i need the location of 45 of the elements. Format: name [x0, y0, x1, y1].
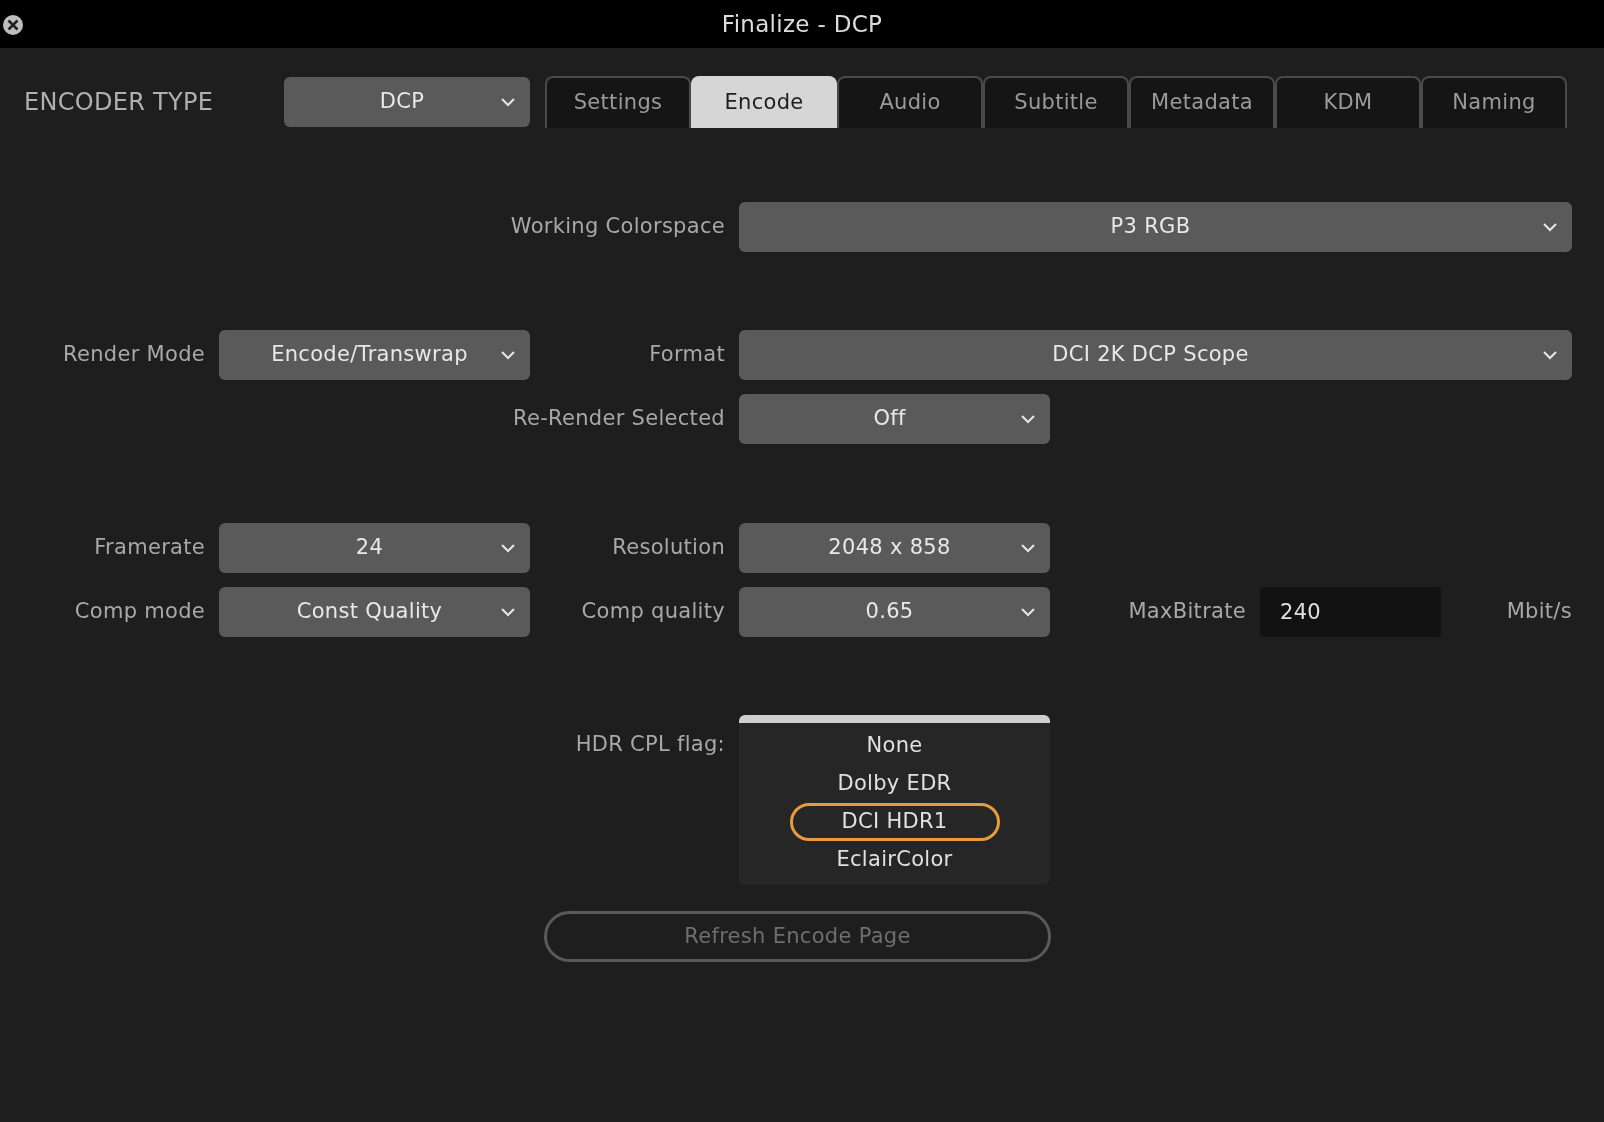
- menu-option[interactable]: None: [823, 727, 966, 765]
- field-label: Re-Render Selected: [511, 405, 726, 433]
- chevron-down-icon: [500, 607, 516, 617]
- encoder-type-label: ENCODER TYPE: [24, 87, 215, 118]
- close-icon[interactable]: [2, 14, 24, 36]
- chevron-down-icon: [1020, 607, 1036, 617]
- menu-option[interactable]: EclairColor: [793, 841, 996, 879]
- field-label: Format: [648, 341, 726, 369]
- tab[interactable]: Audio: [837, 76, 983, 128]
- window-title: Finalize - DCP: [721, 9, 883, 39]
- dropdown[interactable]: DCI 2K DCP Scope: [739, 330, 1572, 380]
- dropdown[interactable]: 24: [219, 523, 530, 573]
- unit-label: Mbit/s: [1506, 598, 1572, 626]
- menu-option[interactable]: DCI HDR1: [789, 803, 1000, 841]
- dropdown[interactable]: 0.65: [739, 587, 1050, 637]
- chevron-down-icon: [1020, 543, 1036, 553]
- dropdown[interactable]: P3 RGB: [739, 202, 1572, 252]
- tab[interactable]: Subtitle: [983, 76, 1129, 128]
- field-label: Framerate: [93, 534, 206, 562]
- chevron-down-icon: [1020, 414, 1036, 424]
- field-label: Comp mode: [73, 598, 206, 626]
- tab[interactable]: Settings: [545, 76, 691, 128]
- menu-option[interactable]: Dolby EDR: [794, 765, 995, 803]
- max-bitrate-field[interactable]: 240: [1260, 587, 1441, 637]
- dropdown[interactable]: Off: [739, 394, 1050, 444]
- refresh-encode-page-button[interactable]: Refresh Encode Page: [544, 911, 1051, 962]
- tab[interactable]: Encode: [691, 76, 837, 128]
- tab[interactable]: KDM: [1275, 76, 1421, 128]
- tab[interactable]: Metadata: [1129, 76, 1275, 128]
- field-label: HDR CPL flag:: [574, 731, 726, 758]
- field-label: Working Colorspace: [509, 213, 726, 241]
- field-label: Comp quality: [580, 598, 726, 626]
- chevron-down-icon: [1542, 222, 1558, 232]
- dropdown[interactable]: Encode/Transwrap: [219, 330, 530, 380]
- chevron-down-icon: [500, 350, 516, 360]
- field-label: Render Mode: [62, 341, 206, 369]
- chevron-down-icon: [500, 543, 516, 553]
- tab[interactable]: Naming: [1421, 76, 1567, 128]
- dropdown[interactable]: Const Quality: [219, 587, 530, 637]
- dropdown[interactable]: 2048 x 858: [739, 523, 1050, 573]
- field-label: Resolution: [611, 534, 726, 562]
- chevron-down-icon: [500, 97, 516, 107]
- dropdown[interactable]: DCP: [284, 77, 530, 127]
- chevron-down-icon: [1542, 350, 1558, 360]
- field-label: MaxBitrate: [1127, 598, 1247, 626]
